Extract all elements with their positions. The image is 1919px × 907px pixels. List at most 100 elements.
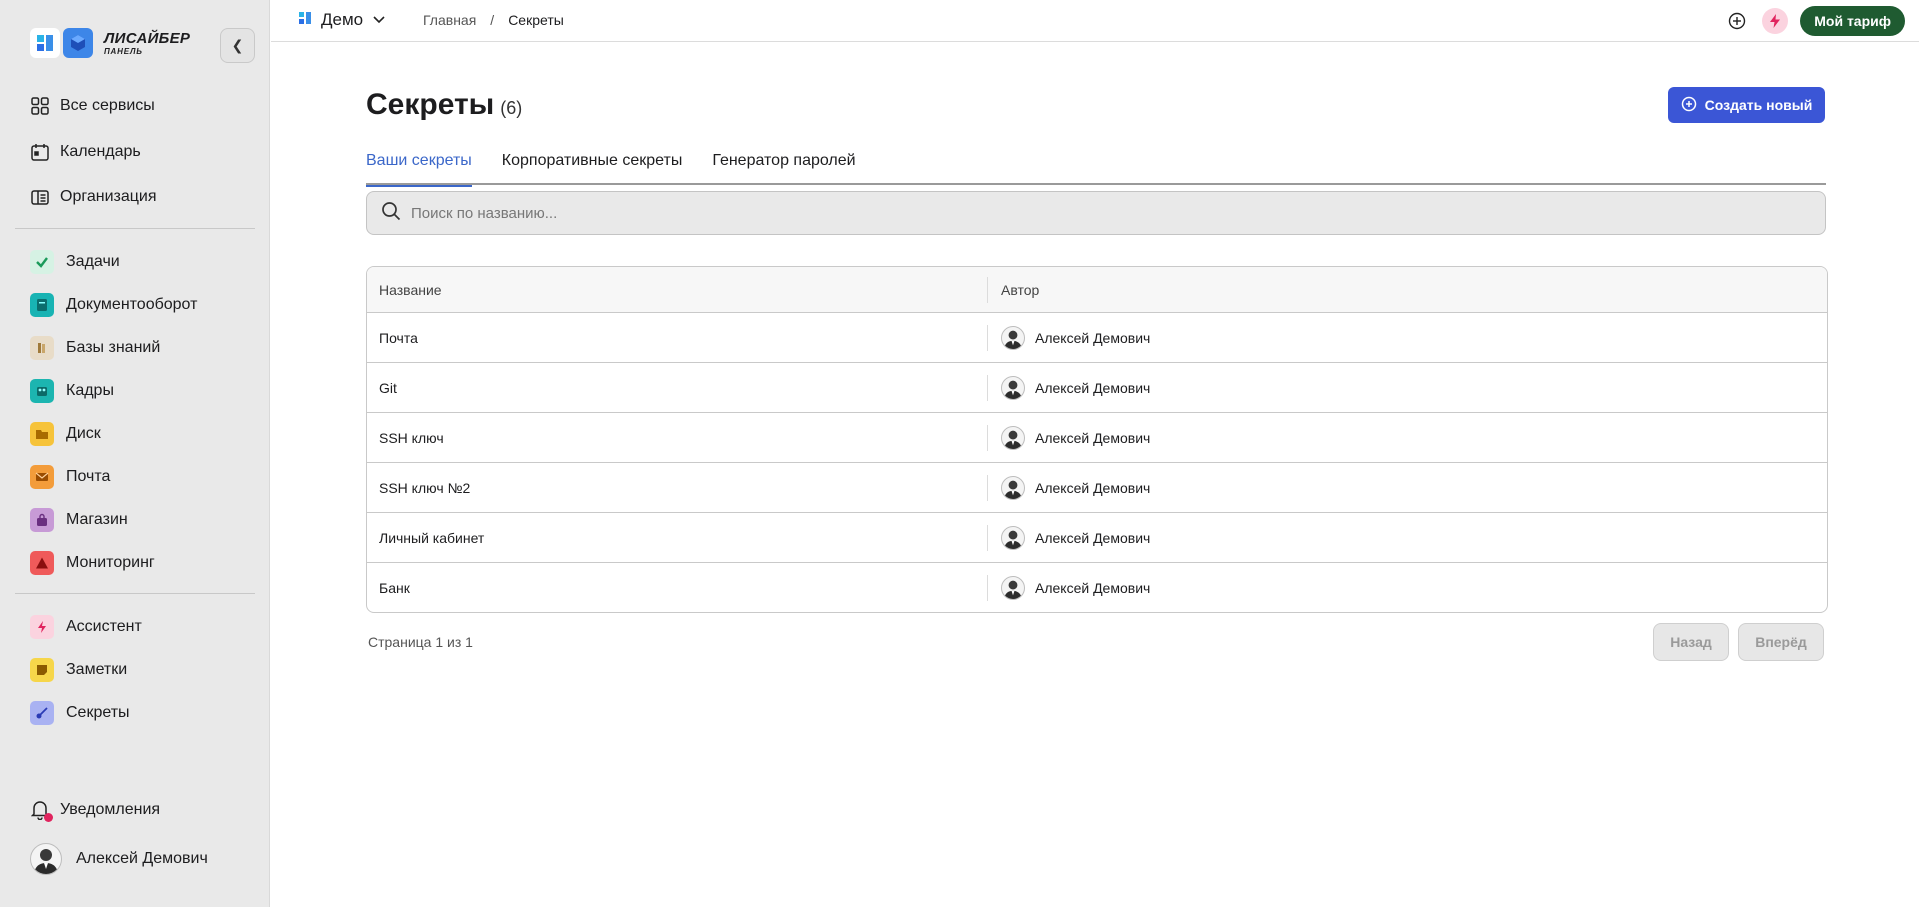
collapse-sidebar-button[interactable]: ❮ [220, 28, 255, 63]
sidebar-item-label: Диск [66, 425, 101, 442]
secret-name: Личный кабинет [367, 524, 988, 551]
table-header: Название Автор [367, 267, 1827, 312]
page-title-text: Секреты [366, 88, 495, 121]
secret-name: Git [367, 374, 988, 401]
sidebar-item-documents[interactable]: Документооборот [30, 293, 197, 317]
sidebar-item-organization[interactable]: Организация [30, 187, 157, 207]
sidebar-item-label: Календарь [60, 143, 141, 160]
author-name: Алексей Демович [1035, 429, 1151, 446]
mail-icon [30, 465, 54, 489]
column-header-author: Автор [1001, 281, 1040, 298]
organization-icon [30, 187, 50, 207]
key-icon [30, 701, 54, 725]
sidebar-item-notes[interactable]: Заметки [30, 658, 127, 682]
avatar [1001, 325, 1025, 350]
secret-author: Алексей Демович [988, 425, 1827, 450]
my-plan-button[interactable]: Мой тариф [1800, 6, 1905, 36]
table-row[interactable]: Банк Алексей Демович [367, 562, 1827, 612]
sidebar-item-calendar[interactable]: Календарь [30, 142, 141, 162]
folder-icon [30, 422, 54, 446]
sidebar: ЛИСАЙБЕР ПАНЕЛЬ ❮ Все сервисы Календарь … [0, 0, 270, 907]
assistant-lightning-icon[interactable] [1762, 8, 1789, 34]
secret-author: Алексей Демович [988, 575, 1827, 600]
sidebar-item-label: Задачи [66, 253, 120, 270]
author-name: Алексей Демович [1035, 529, 1151, 546]
sidebar-item-label: Секреты [66, 704, 130, 721]
people-icon [30, 379, 54, 403]
secret-name: SSH ключ №2 [367, 474, 988, 501]
project-name: Демо [321, 10, 364, 29]
table-row[interactable]: SSH ключ Алексей Демович [367, 412, 1827, 462]
user-name: Алексей Демович [76, 850, 208, 867]
tabs: Ваши секреты Корпоративные секреты Генер… [366, 147, 1826, 187]
sidebar-item-knowledge[interactable]: Базы знаний [30, 336, 160, 360]
sidebar-item-tasks[interactable]: Задачи [30, 250, 120, 274]
column-header-name: Название [367, 276, 988, 303]
sidebar-item-shop[interactable]: Магазин [30, 508, 128, 532]
sidebar-item-disk[interactable]: Диск [30, 422, 101, 446]
tab-your-secrets[interactable]: Ваши секреты [366, 147, 472, 187]
table-row[interactable]: Git Алексей Демович [367, 362, 1827, 412]
create-new-label: Создать новый [1704, 97, 1813, 113]
author-name: Алексей Демович [1035, 379, 1151, 396]
logo-mark-icon [30, 28, 60, 58]
table-row[interactable]: Почта Алексей Демович [367, 312, 1827, 362]
topbar: Демо Главная / Секреты Мой тариф [271, 0, 1919, 42]
avatar [30, 843, 62, 875]
tab-password-generator[interactable]: Генератор паролей [712, 147, 855, 185]
search-input[interactable] [411, 204, 1825, 222]
add-icon[interactable] [1724, 8, 1750, 34]
sidebar-item-label: Кадры [66, 382, 114, 399]
sidebar-item-all-services[interactable]: Все сервисы [30, 96, 155, 116]
brand-subtitle: ПАНЕЛЬ [104, 46, 143, 56]
breadcrumb-home[interactable]: Главная [423, 12, 476, 28]
sidebar-item-label: Документооборот [66, 296, 198, 313]
chevron-left-icon: ❮ [231, 37, 244, 53]
secret-author: Алексей Демович [988, 475, 1827, 500]
project-switcher[interactable]: Демо [299, 10, 385, 30]
create-new-button[interactable]: Создать новый [1668, 87, 1825, 123]
next-page-button[interactable]: Вперёд [1738, 623, 1824, 661]
search-icon [381, 201, 401, 226]
sidebar-user[interactable]: Алексей Демович [30, 843, 208, 875]
search-bar [366, 191, 1826, 235]
avatar [1001, 525, 1025, 550]
table-row[interactable]: SSH ключ №2 Алексей Демович [367, 462, 1827, 512]
secrets-table: Название Автор Почта Алексей Демович Git… [366, 266, 1828, 613]
project-icon [299, 11, 311, 29]
prev-page-button[interactable]: Назад [1653, 623, 1729, 661]
breadcrumb-current: Секреты [508, 12, 564, 28]
sidebar-item-hr[interactable]: Кадры [30, 379, 114, 403]
brand-logo[interactable]: ЛИСАЙБЕР ПАНЕЛЬ [30, 28, 190, 58]
sidebar-item-label: Уведомления [60, 801, 161, 818]
table-row[interactable]: Личный кабинет Алексей Демович [367, 512, 1827, 562]
calendar-icon [30, 142, 50, 162]
sidebar-item-label: Почта [66, 468, 111, 485]
sidebar-item-label: Организация [60, 188, 157, 205]
sidebar-item-assistant[interactable]: Ассистент [30, 615, 142, 639]
tab-corporate-secrets[interactable]: Корпоративные секреты [502, 147, 683, 185]
grid-icon [30, 96, 50, 116]
secret-author: Алексей Демович [988, 525, 1827, 550]
sidebar-item-label: Мониторинг [66, 554, 155, 571]
pagination-info: Страница 1 из 1 [368, 634, 473, 650]
author-name: Алексей Демович [1035, 579, 1151, 596]
brand-name: ЛИСАЙБЕР [104, 29, 191, 47]
sidebar-item-mail[interactable]: Почта [30, 465, 110, 489]
bag-icon [30, 508, 54, 532]
avatar [1001, 475, 1025, 500]
secret-name: SSH ключ [367, 424, 988, 451]
author-name: Алексей Демович [1035, 479, 1151, 496]
sidebar-item-monitoring[interactable]: Мониторинг [30, 551, 155, 575]
top-actions: Мой тариф [1724, 6, 1905, 36]
sidebar-item-secrets[interactable]: Секреты [30, 701, 130, 725]
sidebar-item-notifications[interactable]: Уведомления [30, 800, 161, 822]
check-icon [30, 250, 54, 274]
brand-text: ЛИСАЙБЕР ПАНЕЛЬ [104, 31, 190, 56]
avatar [1001, 425, 1025, 450]
sidebar-divider [15, 593, 255, 594]
main-content: Секреты (6) Создать новый Ваши секреты К… [271, 43, 1919, 907]
sidebar-item-label: Заметки [66, 661, 128, 678]
plus-circle-icon [1681, 96, 1697, 115]
book-icon [30, 336, 54, 360]
